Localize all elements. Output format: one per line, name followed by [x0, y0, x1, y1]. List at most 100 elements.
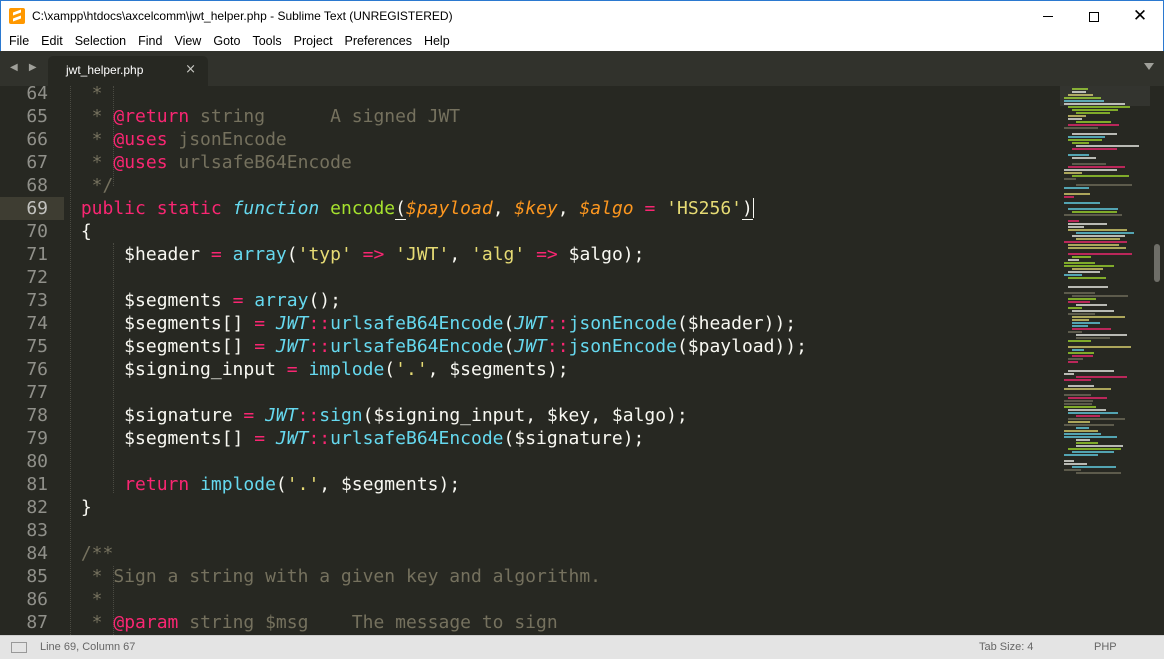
panel-toggle-icon[interactable]	[11, 642, 27, 653]
scrollbar-thumb[interactable]	[1154, 244, 1160, 282]
minimap-line	[1076, 427, 1089, 429]
minimap-line	[1064, 433, 1101, 435]
minimap-line	[1068, 385, 1094, 387]
minimap-line	[1064, 127, 1098, 129]
code-token: *	[70, 106, 114, 127]
tab-close-icon[interactable]: ×	[185, 62, 196, 77]
maximize-button[interactable]	[1071, 1, 1117, 32]
code-token: ($signing_input, $key, $algo);	[362, 405, 688, 426]
minimap[interactable]	[1060, 86, 1150, 486]
code-line[interactable]: $segments[] = JWT::urlsafeB64Encode(JWT:…	[70, 335, 807, 358]
code-editor[interactable]: 64 65 66 67 68 69 70 71 72 73 74 75 76 77 78 79 80 81 82 83…	[0, 86, 1164, 635]
menu-tools[interactable]: Tools	[246, 34, 287, 48]
menu-find[interactable]: Find	[132, 34, 168, 48]
code-line[interactable]: $segments = array();	[70, 289, 341, 312]
code-line[interactable]: public static function encode($payload, …	[70, 197, 754, 220]
menu-selection[interactable]: Selection	[69, 34, 132, 48]
code-token: static	[156, 198, 222, 219]
tab-navigation-arrows-icon[interactable]: ◀ ▶	[10, 62, 41, 73]
menu-edit[interactable]: Edit	[35, 34, 69, 48]
minimap-line	[1068, 277, 1106, 279]
minimap-line	[1068, 370, 1114, 372]
code-token: ::	[546, 313, 569, 334]
code-token: ($signature);	[503, 428, 645, 449]
code-line[interactable]: $header = array('typ' => 'JWT', 'alg' =>…	[70, 243, 644, 266]
code-token: 'alg'	[471, 244, 526, 265]
minimap-line	[1068, 313, 1095, 315]
menu-view[interactable]: View	[168, 34, 207, 48]
vertical-scrollbar[interactable]	[1150, 86, 1164, 635]
code-line[interactable]: $signature = JWT::sign($signing_input, $…	[70, 404, 688, 427]
minimap-line	[1068, 409, 1106, 411]
minimap-viewport[interactable]	[1060, 86, 1150, 106]
code-token: JWT	[275, 428, 309, 449]
minimap-line	[1072, 175, 1129, 177]
close-button[interactable]: ✕	[1117, 1, 1163, 32]
code-token: *	[70, 589, 103, 610]
minimap-line	[1072, 310, 1114, 312]
tab-size-selector[interactable]: Tab Size: 4	[979, 641, 1033, 653]
code-line[interactable]: /**	[70, 542, 114, 565]
code-line[interactable]: $segments[] = JWT::urlsafeB64Encode(JWT:…	[70, 312, 796, 335]
code-token: ::	[308, 428, 331, 449]
minimap-line	[1076, 304, 1107, 306]
minimap-line	[1072, 349, 1084, 351]
code-token: */	[70, 175, 114, 196]
minimap-line	[1068, 346, 1131, 348]
minimap-line	[1076, 439, 1090, 441]
minimap-line	[1068, 271, 1100, 273]
code-token: sign	[319, 405, 363, 426]
minimap-line	[1072, 466, 1116, 468]
code-line[interactable]: * Sign a string with a given key and alg…	[70, 565, 601, 588]
menu-preferences[interactable]: Preferences	[339, 34, 418, 48]
code-token: *	[70, 86, 103, 104]
minimap-line	[1064, 292, 1095, 294]
minimize-button[interactable]	[1025, 1, 1071, 32]
code-line[interactable]: $signing_input = implode('.', $segments)…	[70, 358, 568, 381]
code-line[interactable]: */	[70, 174, 114, 197]
minimap-line	[1068, 208, 1118, 210]
code-line[interactable]: *	[70, 588, 103, 611]
code-token: (	[503, 336, 515, 357]
minimap-line	[1072, 328, 1111, 330]
minimap-line	[1068, 247, 1126, 249]
minimap-line	[1068, 340, 1091, 342]
code-token: ,	[492, 198, 515, 219]
code-token: =>	[362, 244, 385, 265]
code-token: $segments	[70, 290, 233, 311]
code-token: string A signed JWT	[189, 106, 461, 127]
code-line[interactable]: }	[70, 496, 92, 519]
minimap-line	[1064, 187, 1089, 189]
code-token: urlsafeB64Encode	[330, 313, 504, 334]
syntax-selector[interactable]: PHP	[1094, 641, 1117, 653]
tab-jwt-helper[interactable]: jwt_helper.php ×	[48, 56, 208, 86]
text-cursor	[752, 198, 754, 218]
status-bar: Line 69, Column 67 Tab Size: 4 PHP	[0, 635, 1164, 659]
code-line[interactable]: {	[70, 220, 92, 243]
code-line[interactable]: *	[70, 86, 103, 105]
code-token: =	[254, 313, 266, 334]
code-token: '.'	[286, 474, 320, 495]
minimap-line	[1068, 229, 1127, 231]
tab-list-dropdown-icon[interactable]	[1144, 63, 1154, 70]
minimap-line	[1068, 226, 1084, 228]
code-line[interactable]: * @uses urlsafeB64Encode	[70, 151, 352, 174]
code-line[interactable]: * @return string A signed JWT	[70, 105, 460, 128]
code-token: $segments[]	[70, 336, 255, 357]
code-line[interactable]: * @param string $msg The message to sign	[70, 611, 558, 634]
code-token: function	[232, 198, 320, 219]
menu-file[interactable]: File	[3, 34, 35, 48]
code-line[interactable]: $segments[] = JWT::urlsafeB64Encode($sig…	[70, 427, 644, 450]
code-line[interactable]: * @uses jsonEncode	[70, 128, 287, 151]
menu-goto[interactable]: Goto	[207, 34, 246, 48]
code-area[interactable]: * * @return string A signed JWT * @uses …	[0, 86, 1060, 635]
menu-help[interactable]: Help	[418, 34, 456, 48]
menu-project[interactable]: Project	[288, 34, 339, 48]
code-token: encode	[330, 198, 396, 219]
code-token: =	[633, 198, 667, 219]
code-line[interactable]: return implode('.', $segments);	[70, 473, 460, 496]
minimap-line	[1068, 118, 1082, 120]
code-token: /**	[70, 543, 114, 564]
